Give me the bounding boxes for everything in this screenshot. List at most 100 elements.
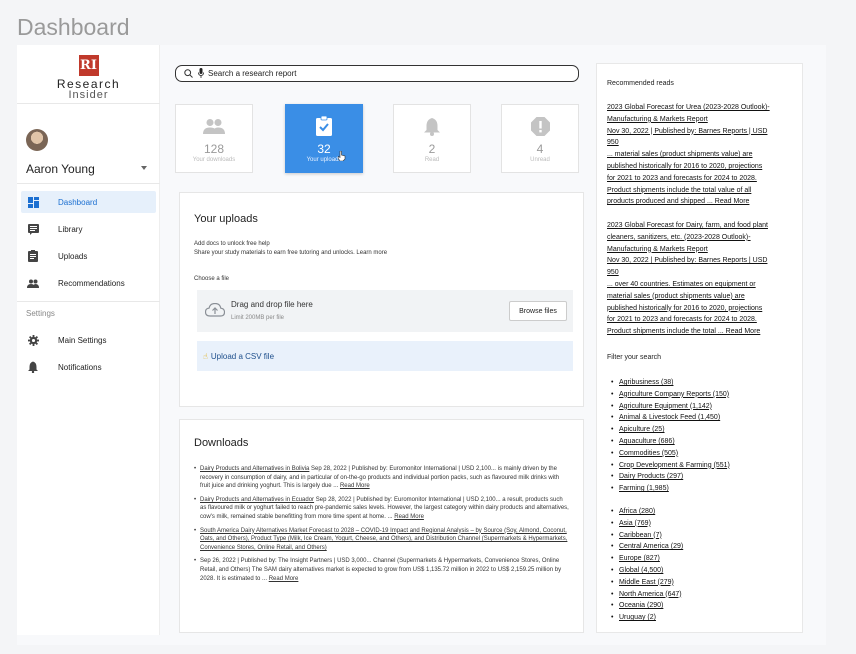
filter-item[interactable]: Europe (827) [611,553,683,565]
right-panel: Recommended reads 2023 Global Forecast f… [596,63,803,633]
rec-line: cleaners, sanitizers, etc. (2023-2028 Ou… [607,233,751,241]
dropzone-limit: Limit 200MB per file [231,315,285,321]
uploads-help-text: Add docs to unlock free help [194,241,270,247]
search-input[interactable] [208,69,548,78]
alert-icon [502,115,578,137]
sidebar-item-label: Uploads [58,251,88,261]
pointer-cursor-icon [337,148,346,166]
stat-label: Your uploads [306,157,342,163]
logo[interactable]: RI Research Insider [17,55,160,101]
recommended-item[interactable]: 2023 Global Forecast for Urea (2023-2028… [607,102,797,208]
sidebar: RI Research Insider Aaron Young Dashboar… [17,45,160,635]
sidebar-item-label: Library [58,224,83,234]
bell-icon [27,361,39,373]
search-bar[interactable] [175,65,579,82]
chevron-down-icon[interactable] [141,166,147,170]
read-more-link[interactable]: Read More [269,576,299,582]
rec-line: Manufacturing & Markets Report [607,115,708,123]
library-icon [27,223,39,235]
filter-item[interactable]: Oceania (290) [611,600,683,612]
filter-item[interactable]: Asia (769) [611,518,683,530]
recommended-title: Recommended reads [607,80,674,87]
pointing-hand-icon: ☝ [203,351,208,361]
stat-value: 128 [203,142,225,156]
rec-line: ... material sales (product shipments va… [607,151,753,159]
rec-line: Product shipments include the total ... … [607,328,761,336]
list-item: Sep 26, 2022 | Published by: The Insight… [194,557,570,583]
file-dropzone[interactable]: Drag and drop file here Limit 200MB per … [197,290,573,332]
uploads-title: Your uploads [194,213,258,225]
downloads-title: Downloads [194,437,249,449]
filter-item[interactable]: Central America (29) [611,541,683,553]
filter-item[interactable]: North America (647) [611,589,683,601]
dashboard-icon [27,196,39,208]
filter-item[interactable]: Africa (280) [611,506,683,518]
cloud-upload-icon [204,302,226,322]
download-description: Sep 26, 2022 | Published by: The Insight… [200,558,562,582]
sidebar-item-label: Main Settings [58,335,107,345]
stat-value: 2 [428,142,436,156]
filter-item[interactable]: Aquaculture (686) [611,436,730,448]
read-more-link[interactable]: Read More [340,483,370,489]
filter-item[interactable]: Crop Development & Farming (551) [611,460,730,472]
sidebar-item-main-settings[interactable]: Main Settings [21,329,156,351]
filter-item[interactable]: Commodities (505) [611,448,730,460]
rec-line: 2023 Global Forecast for Urea (2023-2028… [607,104,770,111]
filter-item[interactable]: Uruguay (2) [611,612,683,624]
user-name[interactable]: Aaron Young [26,162,95,176]
sidebar-item-recommendations[interactable]: Recommendations [21,272,156,294]
stat-card-unread[interactable]: 4 Unread [501,104,579,173]
sidebar-item-label: Notifications [58,362,102,372]
divider [17,301,160,302]
browse-files-button[interactable]: Browse files [509,301,567,321]
people-icon [27,277,39,289]
filter-item[interactable]: Farming (1,985) [611,483,730,495]
region-filter-list: Africa (280) Asia (769) Caribbean (7) Ce… [611,506,683,624]
microphone-icon[interactable] [198,65,204,83]
read-more-link[interactable]: Read More [394,514,424,520]
search-icon [184,65,193,83]
filter-item[interactable]: Apiculture (25) [611,424,730,436]
industry-filter-list: Agribusiness (38) Agriculture Company Re… [611,377,730,495]
sidebar-item-library[interactable]: Library [21,218,156,240]
filter-item[interactable]: Agribusiness (38) [611,377,730,389]
recommended-item[interactable]: 2023 Global Forecast for Dairy, farm, an… [607,220,797,338]
rec-line: products produced and shipped ... Read M… [607,198,750,206]
rec-line: 2023 Global Forecast for Dairy, farm, an… [607,222,768,229]
sidebar-item-dashboard[interactable]: Dashboard [21,191,156,213]
stat-card-read[interactable]: 2 Read [393,104,471,173]
sidebar-item-uploads[interactable]: Uploads [21,245,156,267]
download-title-link[interactable]: Dairy Products and Alternatives in Boliv… [200,466,309,472]
upload-csv-link[interactable]: ☝ Upload a CSV file [197,341,573,371]
uploads-help-text: Share your study materials to earn free … [194,250,388,256]
download-title-link[interactable]: South America Dairy Alternatives Market … [200,528,567,551]
logo-line2: Insider [68,89,109,101]
filter-item[interactable]: Caribbean (7) [611,530,683,542]
page-title: Dashboard [17,14,130,40]
clipboard-check-icon [286,115,362,137]
stat-card-downloads[interactable]: 128 Your downloads [175,104,253,173]
filter-item[interactable]: Dairy Products (297) [611,471,730,483]
list-item: Dairy Products and Alternatives in Boliv… [194,465,570,491]
sidebar-item-label: Recommendations [58,278,125,288]
filter-title: Filter your search [607,354,662,361]
filter-item[interactable]: Global (4,500) [611,565,683,577]
filter-item[interactable]: Agriculture Company Reports (150) [611,389,730,401]
filter-item[interactable]: Animal & Livestock Feed (1,450) [611,412,730,424]
sidebar-item-notifications[interactable]: Notifications [21,356,156,378]
rec-line: published historically for 2016 to 2020,… [607,304,763,312]
choose-file-label: Choose a file [194,276,230,282]
filter-item[interactable]: Middle East (279) [611,577,683,589]
stat-value: 32 [317,142,331,156]
rec-line: for 2021 to 2023 and forecasts for 2024 … [607,174,757,182]
filter-item[interactable]: Agriculture Equipment (1,142) [611,401,730,413]
download-title-link[interactable]: Dairy Products and Alternatives in Ecuad… [200,497,314,503]
upload-csv-label: Upload a CSV file [210,351,275,361]
rec-line: Manufacturing & Markets Report [607,245,708,253]
sidebar-item-label: Dashboard [58,197,98,207]
rec-line: published historically for 2016 to 2020,… [607,162,763,170]
stat-card-uploads[interactable]: 32 Your uploads [285,104,363,173]
divider [17,183,160,184]
avatar[interactable] [26,129,48,151]
stat-label: Read [424,157,440,163]
